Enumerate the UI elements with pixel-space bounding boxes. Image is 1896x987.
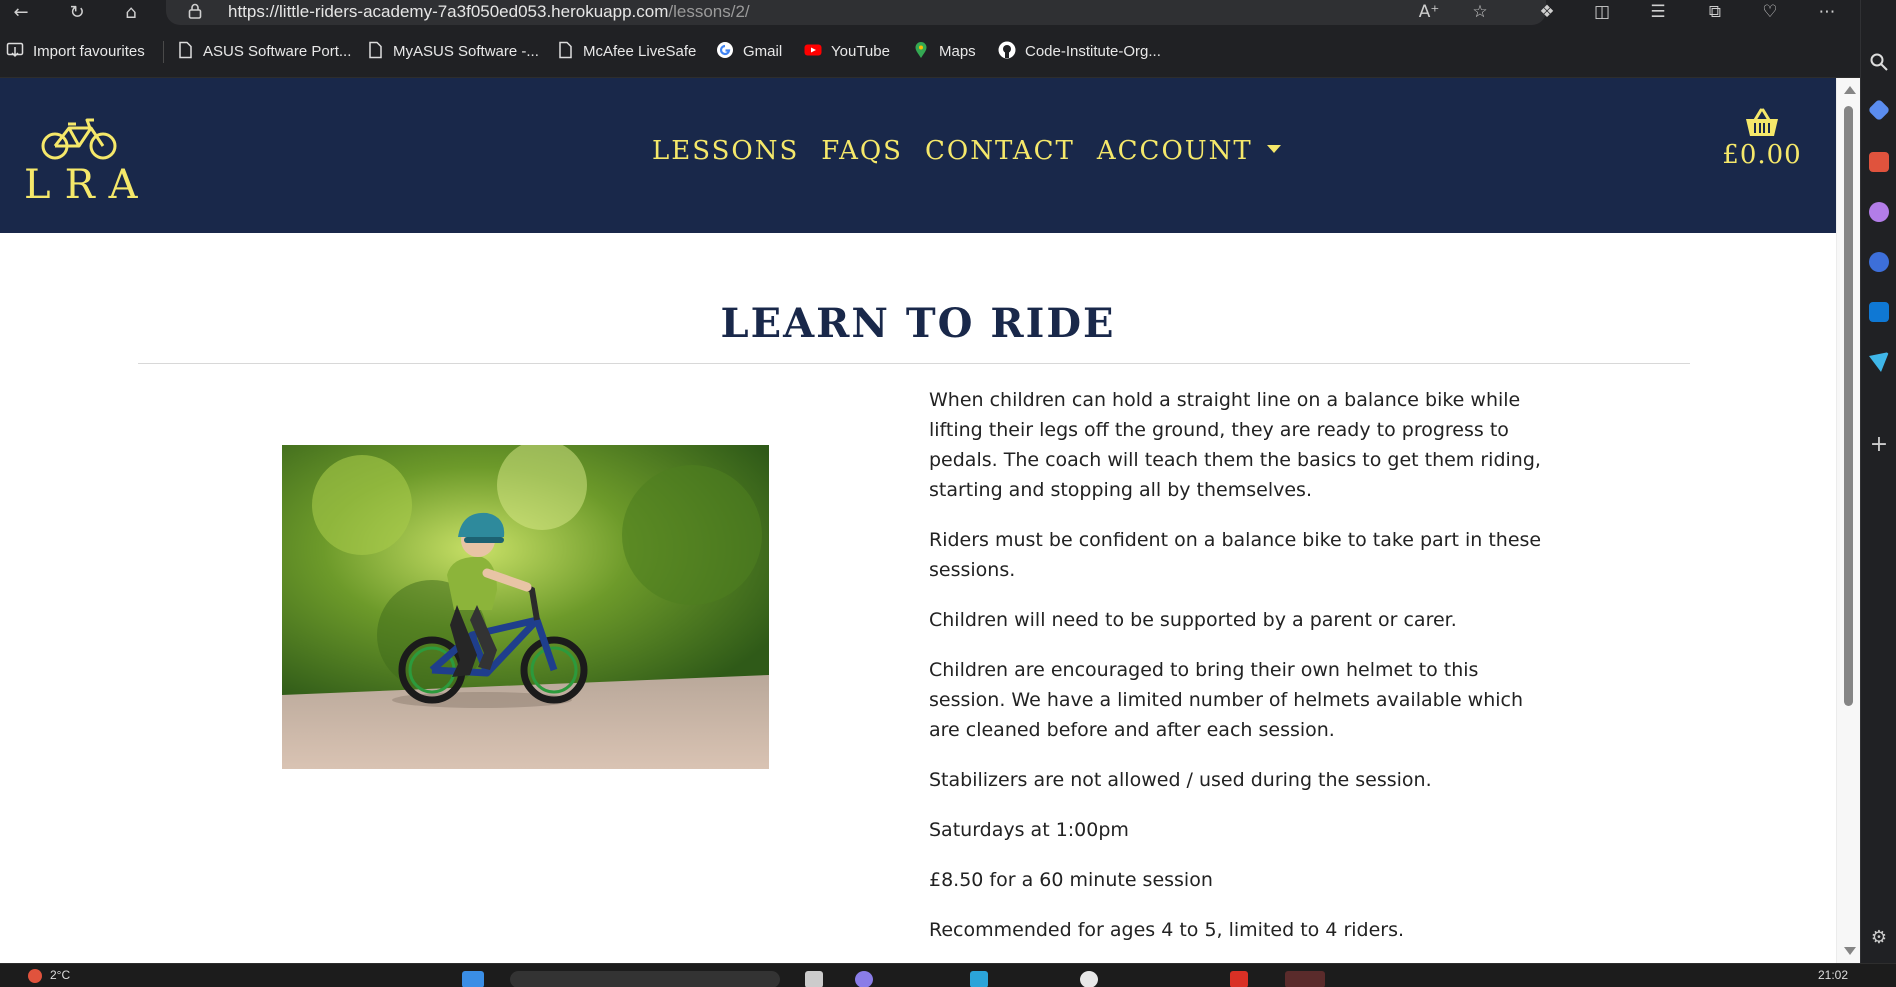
lesson-schedule: Saturdays at 1:00pm — [929, 819, 1129, 841]
shopping-basket-icon — [1746, 108, 1778, 136]
outlook-icon[interactable] — [1869, 302, 1889, 322]
bookmark-label: ASUS Software Port... — [203, 43, 352, 60]
import-icon — [6, 42, 24, 58]
gmail-taskbar-icon[interactable] — [1230, 971, 1248, 987]
title-divider — [138, 363, 1690, 364]
send-icon[interactable] — [1869, 352, 1889, 372]
bookmark-gmail[interactable]: Gmail — [716, 25, 782, 78]
read-aloud-icon[interactable]: A⁺ — [1414, 0, 1444, 25]
favorite-star-icon[interactable]: ☆ — [1465, 0, 1495, 25]
page-icon — [179, 41, 192, 59]
bookmark-import-favourites[interactable]: Import favourites — [6, 25, 145, 78]
taskbar-clock: 21:02 — [1818, 968, 1849, 982]
home-icon[interactable]: ⌂ — [116, 0, 146, 25]
address-bar[interactable]: https://little-riders-academy-7a3f050ed0… — [166, 0, 1546, 25]
bookmark-maps[interactable]: Maps — [912, 25, 976, 78]
bicycle-logo-icon — [41, 118, 117, 160]
bookmark-label: McAfee LiveSafe — [583, 43, 697, 60]
extensions-icon[interactable]: ❖ — [1532, 0, 1562, 25]
url-path: /lessons/2/ — [668, 2, 750, 21]
task-view-icon[interactable] — [805, 971, 823, 987]
page-icon — [559, 41, 572, 59]
nav-lessons[interactable]: LESSONS — [652, 136, 799, 166]
more-menu-icon[interactable]: ⋯ — [1812, 0, 1842, 25]
scroll-up-arrow-icon[interactable] — [1844, 86, 1856, 94]
dropdown-caret-icon — [1266, 145, 1281, 153]
github-icon — [998, 41, 1016, 59]
bookmark-separator — [163, 41, 164, 63]
taskbar-app-icon[interactable] — [855, 971, 873, 987]
logo-text: LRA — [24, 162, 152, 208]
lesson-paragraph: Riders must be confident on a balance bi… — [929, 529, 1542, 581]
main-navigation: LESSONS FAQS CONTACT ACCOUNT — [652, 136, 1281, 166]
scroll-thumb[interactable] — [1844, 106, 1853, 706]
browser-side-panel: + ⚙ — [1860, 0, 1896, 963]
copilot-sidebar-icon[interactable] — [1869, 252, 1889, 272]
url-text: https://little-riders-academy-7a3f050ed0… — [228, 0, 750, 24]
page-title: LEARN TO RIDE — [720, 300, 1116, 347]
settings-gear-icon[interactable]: ⚙ — [1869, 928, 1889, 948]
back-icon[interactable]: ← — [6, 0, 36, 25]
games-icon[interactable] — [1869, 202, 1889, 222]
url-main: https://little-riders-academy-7a3f050ed0… — [228, 2, 669, 21]
bookmark-mcafee-livesafe[interactable]: McAfee LiveSafe — [556, 25, 696, 78]
taskbar-temperature: 2°C — [50, 968, 71, 982]
performance-icon[interactable]: ♡ — [1755, 0, 1785, 25]
refresh-icon[interactable]: ↻ — [62, 0, 92, 25]
split-screen-icon[interactable]: ◫ — [1587, 0, 1617, 25]
nav-contact[interactable]: CONTACT — [925, 136, 1075, 166]
lesson-paragraph: Children will need to be supported by a … — [929, 609, 1457, 631]
maps-icon — [915, 42, 927, 58]
add-icon[interactable]: + — [1869, 434, 1889, 456]
collections-icon[interactable]: ⧉ — [1700, 0, 1730, 25]
weather-icon[interactable] — [28, 969, 42, 983]
lesson-description: When children can hold a straight line o… — [929, 385, 1549, 963]
lesson-paragraph: When children can hold a straight line o… — [929, 389, 1541, 501]
lesson-image — [282, 445, 769, 769]
basket-total: £0.00 — [1722, 140, 1802, 170]
windows-taskbar: 2°C 21:02 — [0, 963, 1896, 987]
page-icon — [369, 41, 382, 59]
bookmark-label: Import favourites — [33, 43, 145, 60]
basket-link[interactable]: £0.00 — [1714, 108, 1810, 170]
bookmark-label: MyASUS Software -... — [393, 43, 539, 60]
bookmarks-bar: Import favourites ASUS Software Port... … — [0, 25, 1860, 78]
scroll-down-arrow-icon[interactable] — [1844, 947, 1856, 955]
bookmark-label: Code-Institute-Org... — [1025, 43, 1161, 60]
google-icon — [717, 42, 733, 58]
bookmark-label: YouTube — [831, 43, 890, 60]
shopping-tag-icon[interactable] — [1867, 98, 1891, 122]
search-icon[interactable] — [1869, 52, 1889, 72]
page-scrollbar[interactable] — [1836, 78, 1860, 963]
bookmark-youtube[interactable]: YouTube — [804, 25, 890, 78]
site-logo[interactable]: LRA — [24, 114, 138, 208]
lesson-paragraph: Stabilizers are not allowed / used durin… — [929, 769, 1432, 791]
browser-toolbar: ← ↻ ⌂ https://little-riders-academy-7a3f… — [0, 0, 1896, 25]
youtube-icon — [804, 44, 822, 56]
tools-icon[interactable] — [1869, 152, 1889, 172]
taskbar-search[interactable] — [510, 971, 780, 987]
taskbar-app-icon[interactable] — [1285, 971, 1325, 987]
lock-icon — [188, 3, 202, 19]
lesson-age-recommendation: Recommended for ages 4 to 5, limited to … — [929, 919, 1405, 941]
bookmark-code-institute-org[interactable]: Code-Institute-Org... — [998, 25, 1161, 78]
web-page: LRA LESSONS FAQS CONTACT ACCOUNT £0.00 L… — [0, 78, 1836, 963]
nav-faqs[interactable]: FAQS — [821, 136, 903, 166]
start-icon[interactable] — [462, 971, 484, 987]
taskbar-app-icon[interactable] — [1080, 971, 1098, 987]
taskbar-app-icon[interactable] — [970, 971, 988, 987]
lesson-paragraph: Children are encouraged to bring their o… — [929, 659, 1524, 741]
bookmark-label: Maps — [939, 43, 976, 60]
favorites-list-icon[interactable]: ☰ — [1643, 0, 1673, 25]
bookmark-myasus-software[interactable]: MyASUS Software -... — [366, 25, 539, 78]
nav-account[interactable]: ACCOUNT — [1097, 136, 1281, 166]
lesson-price: £8.50 for a 60 minute session — [929, 869, 1213, 891]
bookmark-asus-software-portal[interactable]: ASUS Software Port... — [176, 25, 351, 78]
site-header: LRA LESSONS FAQS CONTACT ACCOUNT £0.00 — [0, 78, 1836, 233]
nav-account-label: ACCOUNT — [1096, 136, 1253, 166]
bookmark-label: Gmail — [743, 43, 783, 60]
